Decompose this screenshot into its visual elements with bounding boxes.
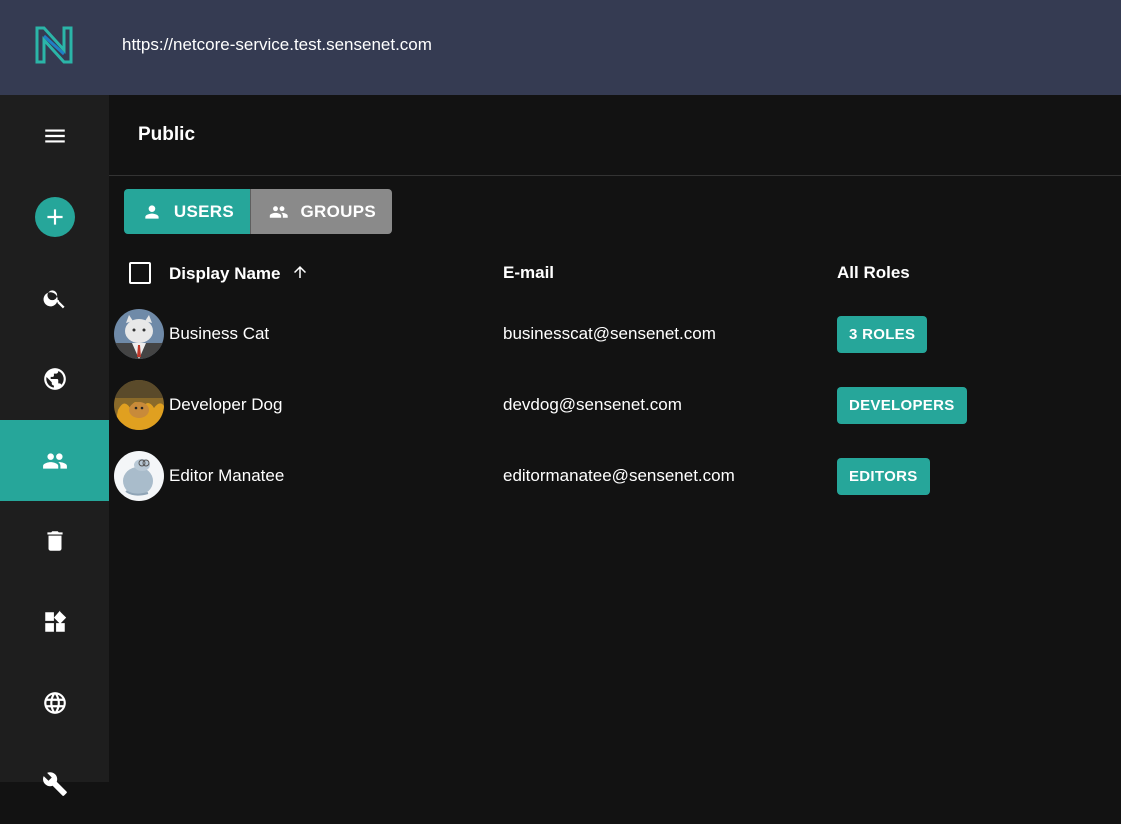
role-badge[interactable]: 3 ROLES	[837, 316, 928, 353]
service-url[interactable]: https://netcore-service.test.sensenet.co…	[122, 35, 432, 55]
user-display-name[interactable]: Editor Manatee	[169, 466, 284, 486]
sidebar	[0, 95, 109, 796]
avatar	[114, 380, 164, 430]
sort-ascending-icon	[291, 263, 309, 286]
user-email: businesscat@sensenet.com	[503, 324, 716, 343]
globe-icon	[43, 367, 66, 390]
add-button[interactable]	[34, 196, 75, 237]
header-divider	[109, 175, 1121, 176]
sidebar-item-add[interactable]	[0, 176, 109, 257]
people-icon	[269, 205, 288, 218]
table-row[interactable]: Business Cat businesscat@sensenet.com 3 …	[109, 300, 1121, 371]
users-groups-toggle: USERS GROUPS	[124, 189, 392, 234]
role-badge[interactable]: DEVELOPERS	[837, 387, 967, 424]
page-title: Public	[138, 124, 196, 145]
column-header-display-name-label: Display Name	[169, 264, 281, 283]
search-icon	[43, 289, 65, 308]
trash-icon	[46, 530, 63, 551]
sidebar-item-setup[interactable]	[0, 743, 109, 824]
sidebar-item-search[interactable]	[0, 257, 109, 338]
avatar	[114, 309, 164, 359]
user-display-name[interactable]: Business Cat	[169, 324, 269, 344]
top-bar: https://netcore-service.test.sensenet.co…	[0, 0, 1121, 95]
sidebar-item-users-groups[interactable]	[0, 420, 109, 501]
person-icon	[145, 204, 159, 219]
sidebar-item-content-types[interactable]	[0, 581, 109, 662]
widgets-icon	[44, 610, 66, 632]
column-header-email[interactable]: E-mail	[503, 263, 554, 283]
hamburger-menu-icon	[44, 129, 65, 142]
tab-users-label: USERS	[173, 201, 234, 221]
sidebar-item-localization[interactable]	[0, 662, 109, 743]
language-icon	[43, 691, 66, 714]
people-icon	[42, 452, 67, 469]
user-email: devdog@sensenet.com	[503, 395, 682, 414]
column-header-all-roles[interactable]: All Roles	[837, 263, 910, 283]
select-all-checkbox[interactable]	[129, 262, 151, 284]
wrench-icon	[42, 771, 67, 796]
sidebar-item-trash[interactable]	[0, 500, 109, 581]
table-row[interactable]: Editor Manatee editormanatee@sensenet.co…	[109, 442, 1121, 513]
user-display-name[interactable]: Developer Dog	[169, 395, 282, 415]
role-badge[interactable]: EDITORS	[837, 458, 930, 495]
column-header-display-name[interactable]: Display Name	[169, 263, 309, 286]
sensenet-logo-icon[interactable]	[34, 24, 74, 66]
avatar	[114, 451, 164, 501]
user-email: editormanatee@sensenet.com	[503, 466, 735, 485]
sidebar-item-content[interactable]	[0, 338, 109, 419]
sidebar-item-menu[interactable]	[0, 95, 109, 176]
tab-groups[interactable]: GROUPS	[250, 189, 392, 234]
plus-icon	[46, 208, 63, 225]
tab-users[interactable]: USERS	[124, 189, 250, 234]
tab-groups-label: GROUPS	[300, 201, 376, 221]
table-row[interactable]: Developer Dog devdog@sensenet.com DEVELO…	[109, 371, 1121, 442]
main-content: Public USERS GROUPS Display Name E-mail …	[109, 95, 1121, 782]
